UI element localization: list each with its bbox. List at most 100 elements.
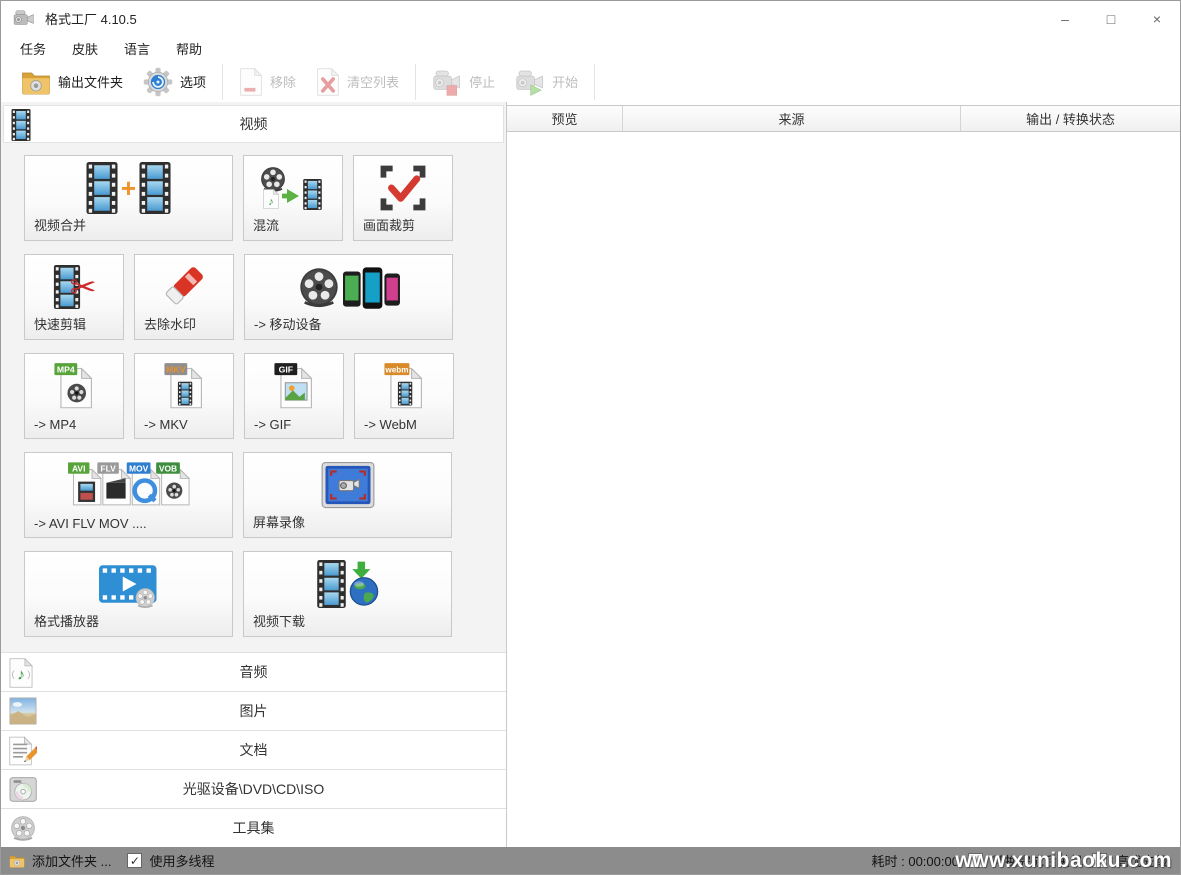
toolbar-separator bbox=[594, 64, 595, 100]
menu-tasks[interactable]: 任务 bbox=[7, 39, 59, 58]
clear-list-button[interactable]: 清空列表 bbox=[306, 62, 409, 102]
menu-language[interactable]: 语言 bbox=[111, 39, 163, 58]
tool-to-mkv[interactable]: -> MKV bbox=[134, 353, 234, 439]
task-table-body[interactable] bbox=[507, 132, 1180, 847]
tool-to-avi-flv-mov[interactable]: -> AVI FLV MOV .... bbox=[24, 452, 233, 538]
toolbar-separator bbox=[222, 64, 223, 100]
multithread-toggle[interactable]: ✓ 使用多线程 bbox=[127, 851, 214, 870]
start-button[interactable]: 开始 bbox=[505, 62, 588, 102]
section-picture-label: 图片 bbox=[1, 701, 506, 721]
gear-icon bbox=[143, 67, 173, 97]
app-icon bbox=[13, 9, 35, 29]
high-priority-label: 高优先级 bbox=[1116, 851, 1168, 870]
folder-camera-icon bbox=[21, 69, 51, 95]
tool-label: -> WebM bbox=[364, 417, 417, 432]
section-toolset-label: 工具集 bbox=[1, 818, 506, 838]
main-area: 视频 + 视频合并 bbox=[1, 102, 1180, 847]
column-preview[interactable]: 预览 bbox=[507, 106, 623, 131]
output-folder-button[interactable]: 输出文件夹 bbox=[11, 62, 133, 102]
column-source[interactable]: 来源 bbox=[623, 106, 961, 131]
section-picture[interactable]: 图片 bbox=[1, 691, 506, 730]
folder-small-icon bbox=[9, 854, 25, 868]
close-button[interactable]: × bbox=[1134, 1, 1180, 36]
tool-label: -> MKV bbox=[144, 417, 188, 432]
shutdown-after-checkbox[interactable] bbox=[968, 853, 983, 868]
document-remove-icon bbox=[239, 68, 263, 96]
tool-video-merge[interactable]: + 视频合并 bbox=[24, 155, 233, 241]
mkv-doc-icon bbox=[135, 360, 233, 412]
stop-button[interactable]: 停止 bbox=[422, 62, 505, 102]
tool-mux[interactable]: 混流 bbox=[243, 155, 343, 241]
screen-record-icon bbox=[244, 459, 451, 511]
task-list-panel: 预览 来源 输出 / 转换状态 bbox=[506, 102, 1180, 847]
tool-format-player[interactable]: 格式播放器 bbox=[24, 551, 233, 637]
mp4-doc-icon bbox=[25, 360, 123, 412]
tool-label: -> 移动设备 bbox=[254, 314, 322, 333]
disc-drive-icon bbox=[9, 775, 39, 803]
section-document-label: 文档 bbox=[1, 740, 506, 760]
section-disc[interactable]: 光驱设备\DVD\CD\ISO bbox=[1, 769, 506, 808]
output-folder-label: 输出文件夹 bbox=[58, 72, 123, 91]
section-document[interactable]: 文档 bbox=[1, 730, 506, 769]
tool-label: 格式播放器 bbox=[34, 611, 99, 630]
tool-video-download[interactable]: 视频下载 bbox=[243, 551, 452, 637]
maximize-button[interactable]: □ bbox=[1088, 1, 1134, 36]
document-x-icon bbox=[316, 68, 340, 96]
section-video[interactable]: 视频 bbox=[3, 105, 504, 143]
section-audio[interactable]: 音频 bbox=[1, 652, 506, 691]
filmstrip-icon bbox=[11, 109, 31, 141]
tool-screen-record[interactable]: 屏幕录像 bbox=[243, 452, 452, 538]
section-audio-label: 音频 bbox=[1, 662, 506, 682]
crop-check-icon bbox=[354, 162, 452, 214]
clear-list-label: 清空列表 bbox=[347, 72, 399, 91]
tool-label: 去除水印 bbox=[144, 314, 196, 333]
tool-quick-clip[interactable]: ✂ 快速剪辑 bbox=[24, 254, 124, 340]
add-folder-button[interactable]: 添加文件夹 ... bbox=[9, 851, 111, 870]
scissors-icon: ✂ bbox=[70, 271, 97, 303]
tool-to-webm[interactable]: -> WebM bbox=[354, 353, 454, 439]
webm-doc-icon bbox=[355, 360, 453, 412]
high-priority-checkbox[interactable] bbox=[1092, 853, 1107, 868]
tool-mobile-device[interactable]: -> 移动设备 bbox=[244, 254, 453, 340]
options-button[interactable]: 选项 bbox=[133, 62, 216, 102]
shutdown-after-label: 转换完成后关机 bbox=[992, 851, 1083, 870]
elapsed-time: 耗时 : 00:00:00 bbox=[872, 851, 959, 870]
video-tools-grid: + 视频合并 混流 bbox=[1, 143, 506, 652]
mux-icon bbox=[244, 162, 342, 214]
gif-doc-icon bbox=[245, 360, 343, 412]
photo-icon bbox=[9, 697, 37, 725]
doc-pencil-icon bbox=[9, 736, 37, 766]
tool-label: 视频合并 bbox=[34, 215, 86, 234]
tool-crop[interactable]: 画面裁剪 bbox=[353, 155, 453, 241]
task-table-header: 预览 来源 输出 / 转换状态 bbox=[507, 105, 1180, 132]
app-window: 格式工厂 4.10.5 – □ × 任务 皮肤 语言 帮助 输出文件夹 选项 移… bbox=[0, 0, 1181, 875]
menu-help[interactable]: 帮助 bbox=[163, 39, 215, 58]
film-reel-icon bbox=[9, 814, 37, 842]
minimize-button[interactable]: – bbox=[1042, 1, 1088, 36]
toolbar-separator bbox=[415, 64, 416, 100]
category-list: 音频 图片 文档 光驱设备\DVD\CD\ISO 工具集 bbox=[1, 652, 506, 847]
column-output-status[interactable]: 输出 / 转换状态 bbox=[961, 106, 1180, 131]
section-toolset[interactable]: 工具集 bbox=[1, 808, 506, 847]
tool-label: -> AVI FLV MOV .... bbox=[34, 516, 147, 531]
start-label: 开始 bbox=[552, 72, 578, 91]
tool-label: 视频下载 bbox=[253, 611, 305, 630]
remove-button[interactable]: 移除 bbox=[229, 62, 306, 102]
video-download-icon bbox=[244, 558, 451, 610]
tool-to-gif[interactable]: -> GIF bbox=[244, 353, 344, 439]
plus-icon: + bbox=[121, 175, 136, 201]
multithread-checkbox[interactable]: ✓ bbox=[127, 853, 142, 868]
tool-label: 屏幕录像 bbox=[253, 512, 305, 531]
tool-remove-watermark[interactable]: 去除水印 bbox=[134, 254, 234, 340]
film-merge-icon: + bbox=[25, 162, 232, 214]
sidebar: 视频 + 视频合并 bbox=[1, 102, 506, 847]
remove-label: 移除 bbox=[270, 72, 296, 91]
status-right: 耗时 : 00:00:00 转换完成后关机 高优先级 bbox=[872, 851, 1172, 870]
tool-to-mp4[interactable]: -> MP4 bbox=[24, 353, 124, 439]
menu-skin[interactable]: 皮肤 bbox=[59, 39, 111, 58]
tool-label: -> MP4 bbox=[34, 417, 76, 432]
section-video-label: 视频 bbox=[4, 114, 503, 134]
tool-label: -> GIF bbox=[254, 417, 291, 432]
options-label: 选项 bbox=[180, 72, 206, 91]
stop-label: 停止 bbox=[469, 72, 495, 91]
